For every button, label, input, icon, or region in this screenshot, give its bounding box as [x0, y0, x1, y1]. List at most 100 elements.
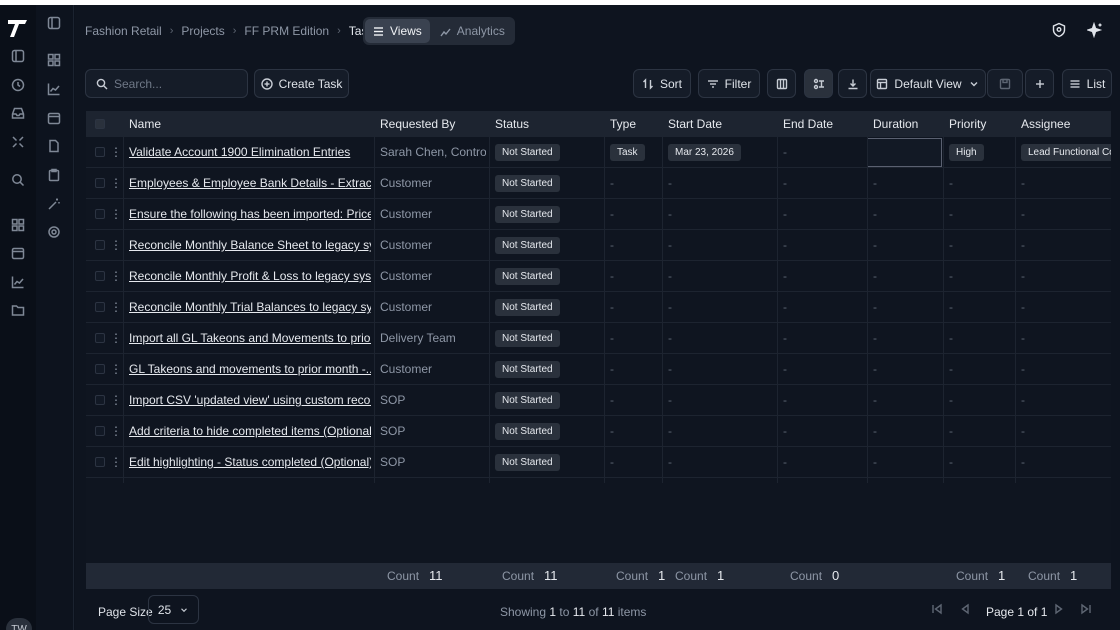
previous-page-icon[interactable] — [959, 603, 973, 617]
settings-icon[interactable] — [45, 223, 63, 241]
sidebar-toggle-icon[interactable] — [45, 14, 63, 32]
collapse-icon[interactable] — [9, 133, 27, 151]
tab-views[interactable]: Views — [365, 19, 430, 43]
row-menu-icon[interactable]: ⋮ — [110, 137, 122, 168]
task-name-link[interactable]: Add criteria to hide completed items (Op… — [129, 416, 371, 447]
document-icon[interactable] — [45, 137, 63, 155]
task-name-link[interactable]: Reconcile Monthly Balance Sheet to legac… — [129, 230, 371, 261]
save-view-button[interactable] — [987, 69, 1023, 98]
page-size-select[interactable]: 25 — [148, 595, 199, 624]
apps-icon[interactable] — [9, 216, 27, 234]
app-logo-icon[interactable] — [6, 17, 30, 39]
column-header-start-date[interactable]: Start Date — [668, 111, 722, 137]
last-page-icon[interactable] — [1080, 603, 1094, 617]
select-all-checkbox[interactable] — [95, 119, 105, 129]
task-name-link[interactable]: Employees & Employee Bank Details - Extr… — [129, 168, 371, 199]
column-header-type[interactable]: Type — [610, 111, 636, 137]
breadcrumb-item[interactable]: Fashion Retail — [85, 24, 162, 38]
task-name-link[interactable]: Reconcile Monthly Profit & Loss to legac… — [129, 261, 371, 292]
chart-icon[interactable] — [45, 80, 63, 98]
shield-icon[interactable] — [1051, 22, 1069, 40]
table-row[interactable]: ⋮ Employees & Employee Bank Details - Ext… — [86, 168, 1111, 199]
table-row[interactable]: ⋮ Ensure the following has been imported:… — [86, 199, 1111, 230]
user-avatar[interactable]: TW — [6, 618, 32, 630]
table-row[interactable]: ⋮ Edit highlighting - Status completed (O… — [86, 447, 1111, 478]
panel-icon[interactable] — [9, 47, 27, 65]
row-checkbox[interactable] — [95, 147, 105, 157]
table-row[interactable]: ⋮ Reconcile Monthly Balance Sheet to lega… — [86, 230, 1111, 261]
row-checkbox[interactable] — [95, 364, 105, 374]
column-header-name[interactable]: Name — [129, 111, 161, 137]
row-menu-icon[interactable]: ⋮ — [110, 261, 122, 292]
default-view-dropdown[interactable]: Default View — [870, 69, 986, 98]
search-icon[interactable] — [9, 171, 27, 189]
column-header-end-date[interactable]: End Date — [783, 111, 833, 137]
first-page-icon[interactable] — [931, 603, 945, 617]
table-row[interactable]: ⋮ Reconcile Monthly Trial Balances to leg… — [86, 292, 1111, 323]
dashboard-icon[interactable] — [45, 51, 63, 69]
sort-button[interactable]: Sort — [633, 69, 691, 98]
download-button[interactable] — [838, 69, 867, 98]
row-menu-icon[interactable]: ⋮ — [110, 230, 122, 261]
schedule-icon[interactable] — [9, 244, 27, 262]
row-checkbox[interactable] — [95, 240, 105, 250]
column-header-duration[interactable]: Duration — [873, 111, 918, 137]
row-menu-icon[interactable]: ⋮ — [110, 323, 122, 354]
next-page-icon[interactable] — [1053, 603, 1067, 617]
row-checkbox[interactable] — [95, 426, 105, 436]
columns-button[interactable] — [767, 69, 796, 98]
column-header-assignee[interactable]: Assignee — [1021, 111, 1070, 137]
task-name-link[interactable]: Import CSV 'updated view' using custom r… — [129, 385, 371, 416]
task-name-link[interactable]: Validate Account 1900 Elimination Entrie… — [129, 137, 371, 168]
inbox-icon[interactable] — [9, 104, 27, 122]
row-checkbox[interactable] — [95, 395, 105, 405]
group-button[interactable] — [804, 69, 833, 98]
row-menu-icon[interactable]: ⋮ — [110, 385, 122, 416]
row-checkbox[interactable] — [95, 457, 105, 467]
column-header-requested-by[interactable]: Requested By — [380, 111, 455, 137]
magic-wand-icon[interactable] — [45, 195, 63, 213]
row-menu-icon[interactable]: ⋮ — [110, 354, 122, 385]
table-row[interactable]: ⋮ Import CSV 'updated view' using custom … — [86, 385, 1111, 416]
row-menu-icon[interactable]: ⋮ — [110, 292, 122, 323]
list-view-button[interactable]: List — [1062, 69, 1112, 98]
table-row[interactable]: ⋮ Reconcile Monthly Profit & Loss to lega… — [86, 261, 1111, 292]
row-checkbox[interactable] — [95, 271, 105, 281]
search-input[interactable] — [114, 76, 234, 91]
type-cell-text: - — [610, 176, 614, 190]
chevron-right-icon: › — [169, 25, 174, 37]
history-icon[interactable] — [9, 76, 27, 94]
column-header-status[interactable]: Status — [495, 111, 529, 137]
task-name-link[interactable]: Reconcile Monthly Trial Balances to lega… — [129, 292, 371, 323]
tab-analytics[interactable]: Analytics — [432, 19, 513, 43]
row-menu-icon[interactable]: ⋮ — [110, 416, 122, 447]
table-row[interactable]: ⋮ Add criteria to hide completed items (O… — [86, 416, 1111, 447]
breadcrumb-item[interactable]: FF PRM Edition — [244, 24, 329, 38]
row-checkbox[interactable] — [95, 333, 105, 343]
task-name-link[interactable]: GL Takeons and movements to prior month … — [129, 354, 371, 385]
task-name-link[interactable]: Import all GL Takeons and Movements to p… — [129, 323, 371, 354]
row-checkbox[interactable] — [95, 302, 105, 312]
calendar-icon[interactable] — [45, 109, 63, 127]
search-box[interactable] — [85, 69, 248, 98]
table-row[interactable]: ⋮ Import all GL Takeons and Movements to … — [86, 323, 1111, 354]
row-checkbox[interactable] — [95, 178, 105, 188]
column-header-priority[interactable]: Priority — [949, 111, 986, 137]
filter-button[interactable]: Filter — [698, 69, 760, 98]
sparkle-icon[interactable] — [1085, 21, 1105, 40]
add-view-button[interactable] — [1025, 69, 1054, 98]
table-row[interactable]: ⋮ Validate Account 1900 Elimination Entri… — [86, 137, 1111, 168]
task-name-link[interactable]: Edit highlighting - Status completed (Op… — [129, 447, 371, 478]
breadcrumb-item[interactable]: Projects — [181, 24, 224, 38]
folder-icon[interactable] — [9, 301, 27, 319]
type-cell-text: - — [610, 455, 614, 469]
clipboard-icon[interactable] — [45, 166, 63, 184]
table-row[interactable]: ⋮ GL Takeons and movements to prior month… — [86, 354, 1111, 385]
task-name-link[interactable]: Ensure the following has been imported: … — [129, 199, 371, 230]
analytics-icon[interactable] — [9, 273, 27, 291]
row-checkbox[interactable] — [95, 209, 105, 219]
create-task-button[interactable]: Create Task — [254, 69, 349, 98]
row-menu-icon[interactable]: ⋮ — [110, 199, 122, 230]
row-menu-icon[interactable]: ⋮ — [110, 447, 122, 478]
row-menu-icon[interactable]: ⋮ — [110, 168, 122, 199]
